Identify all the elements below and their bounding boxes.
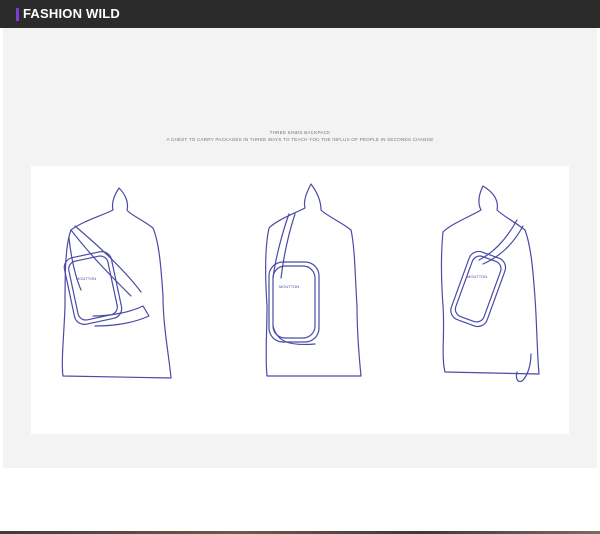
caption-subtitle: A CHEST TO CARRY PACKAGES IN THREE WAYS … (166, 137, 434, 142)
figure-single-shoulder-carry: MOUTTON (265, 183, 362, 377)
figure-chest-carry: MOUTTON (440, 185, 540, 383)
caption-title: THREE KINDS BACKPACK (269, 130, 331, 135)
figure-diagonal-carry: MOUTTON (61, 187, 172, 379)
svg-text:MOUTTON: MOUTTON (76, 276, 96, 281)
header-title: FASHION WILD (23, 6, 121, 21)
svg-text:MOUTTON: MOUTTON (467, 274, 487, 279)
header-bar: FASHION WILD (0, 0, 600, 28)
header-accent-bar (16, 8, 19, 21)
illustration-card: MOUTTON MOUTTON MOUTTON (31, 166, 569, 434)
svg-text:MOUTTON: MOUTTON (279, 284, 299, 289)
carry-illustrations: MOUTTON MOUTTON MOUTTON (61, 183, 540, 383)
